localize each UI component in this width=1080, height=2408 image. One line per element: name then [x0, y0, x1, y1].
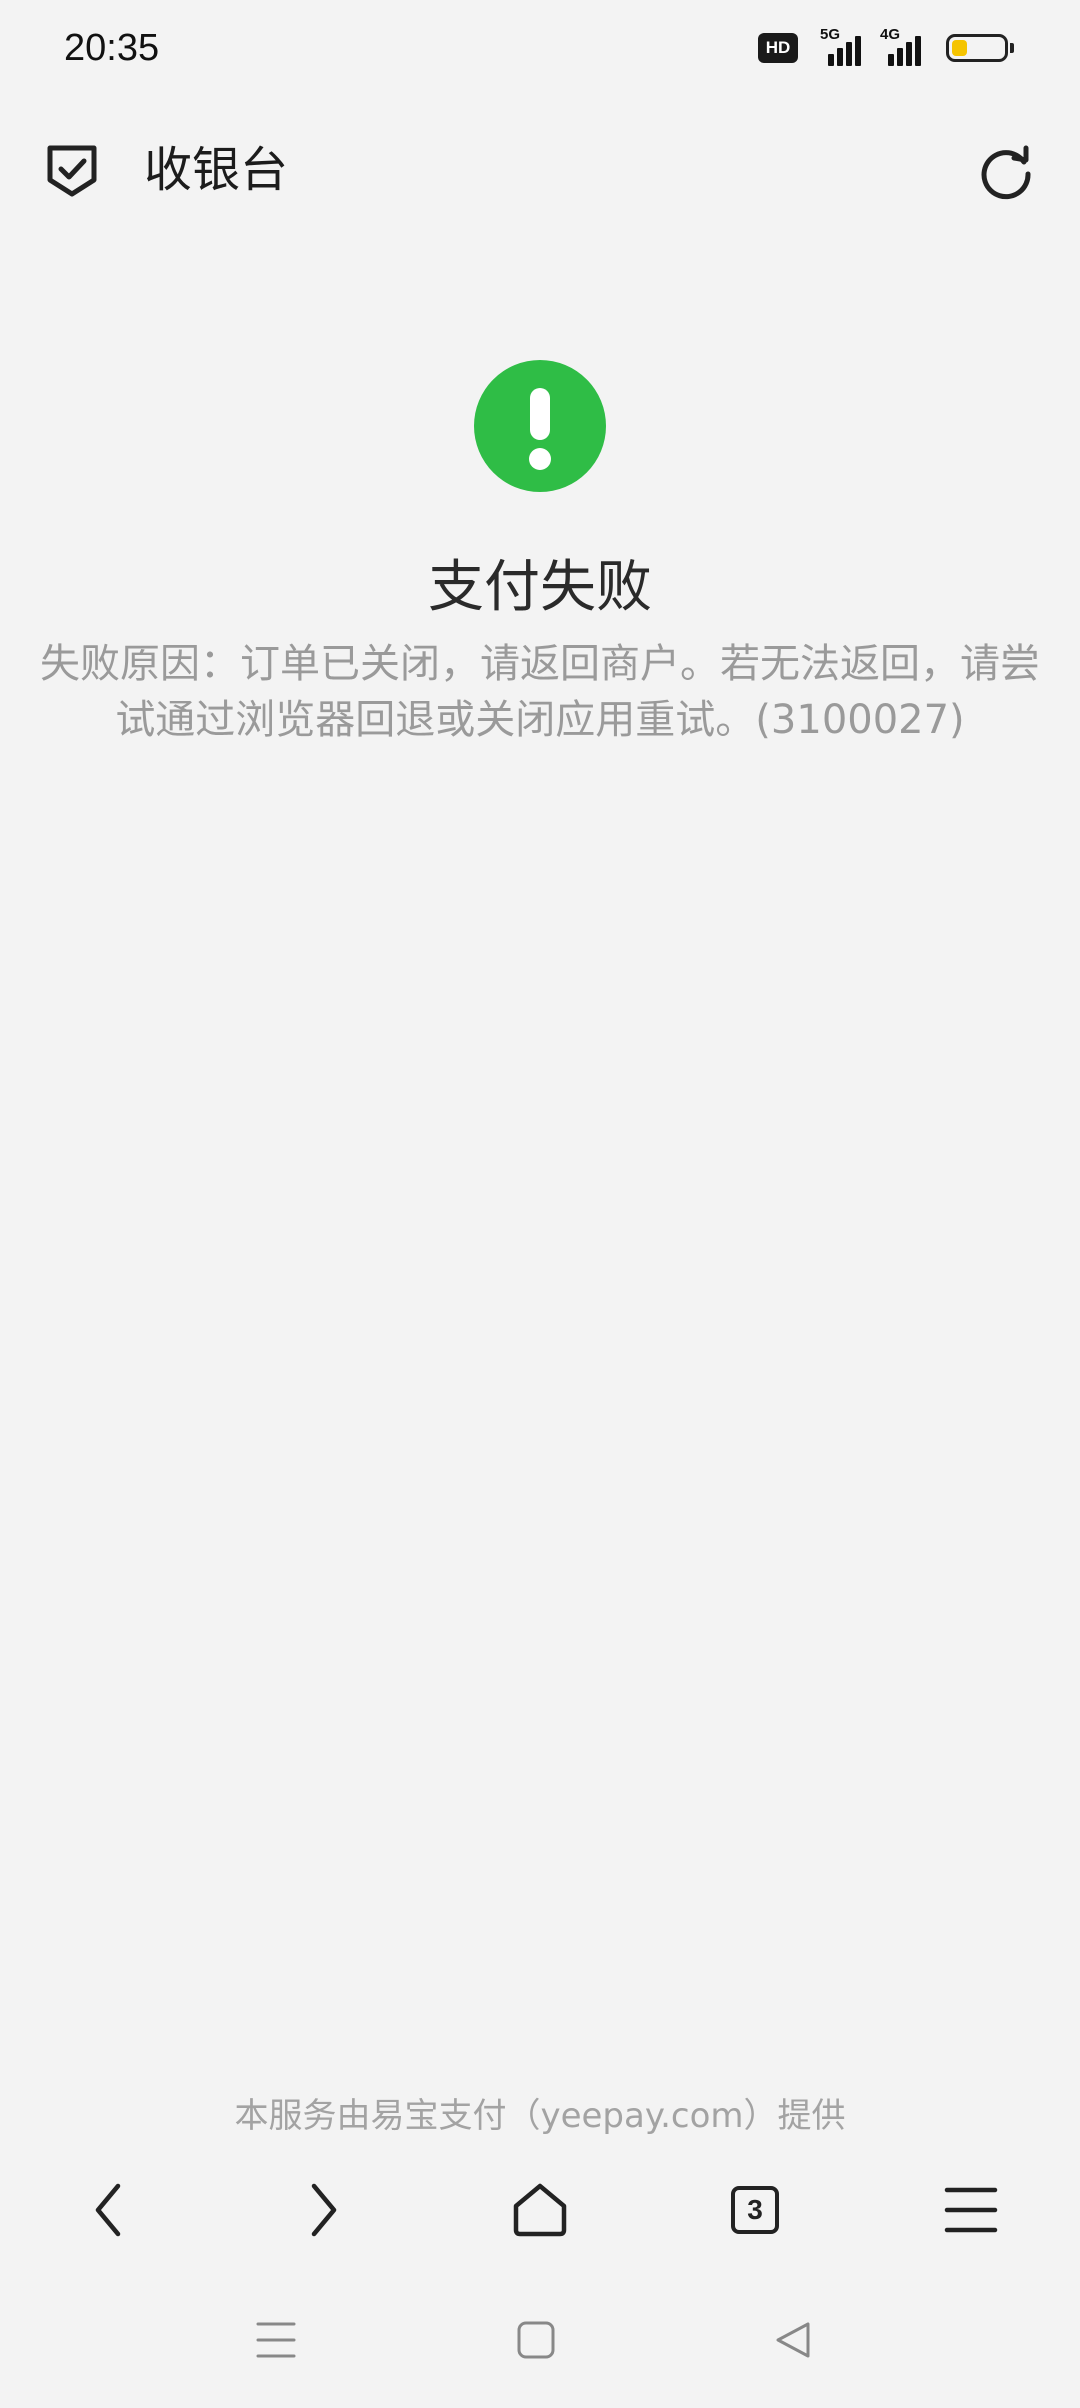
- tabs-icon: 3: [731, 2186, 779, 2234]
- back-button[interactable]: [58, 2160, 158, 2260]
- system-nav-bar: [0, 2290, 1080, 2390]
- network-4g-label: 4G: [880, 26, 901, 43]
- result-title: 支付失败: [428, 555, 652, 620]
- back-triangle-icon: [776, 2322, 810, 2358]
- shield-check-icon[interactable]: [44, 140, 100, 200]
- home-button[interactable]: [490, 2160, 590, 2260]
- browser-toolbar: 3: [0, 2160, 1080, 2260]
- recent-apps-icon: [256, 2322, 296, 2358]
- refresh-icon[interactable]: [976, 140, 1036, 200]
- menu-button[interactable]: [921, 2160, 1021, 2260]
- status-bar: 20:35 HD 5G 4G: [0, 0, 1080, 96]
- tabs-button[interactable]: 3: [705, 2160, 805, 2260]
- menu-icon: [944, 2187, 998, 2233]
- battery-level: [952, 40, 967, 56]
- failure-reason: 失败原因：订单已关闭，请返回商户。若无法返回，请尝试通过浏览器回退或关闭应用重试…: [40, 641, 1040, 743]
- home-square-icon: [517, 2321, 555, 2359]
- forward-button[interactable]: [274, 2160, 374, 2260]
- system-back-button[interactable]: [764, 2310, 824, 2370]
- home-icon: [513, 2183, 567, 2237]
- signal-4g-icon: 4G: [880, 26, 932, 66]
- exclamation-icon: [474, 360, 606, 492]
- status-time: 20:35: [64, 27, 160, 69]
- hd-icon: HD: [758, 33, 798, 63]
- provider-text: 本服务由易宝支付（yeepay.com）提供: [234, 2096, 846, 2136]
- system-home-button[interactable]: [506, 2310, 566, 2370]
- network-5g-label: 5G: [820, 26, 841, 43]
- battery-icon: [946, 34, 1014, 62]
- app-header: 收银台: [0, 120, 1080, 220]
- signal-5g-icon: 5G: [812, 26, 868, 66]
- back-icon: [95, 2183, 121, 2237]
- recent-apps-button[interactable]: [246, 2310, 306, 2370]
- status-icons: HD 5G 4G: [758, 26, 1014, 68]
- page-title: 收银台: [144, 142, 289, 198]
- forward-icon: [311, 2183, 337, 2237]
